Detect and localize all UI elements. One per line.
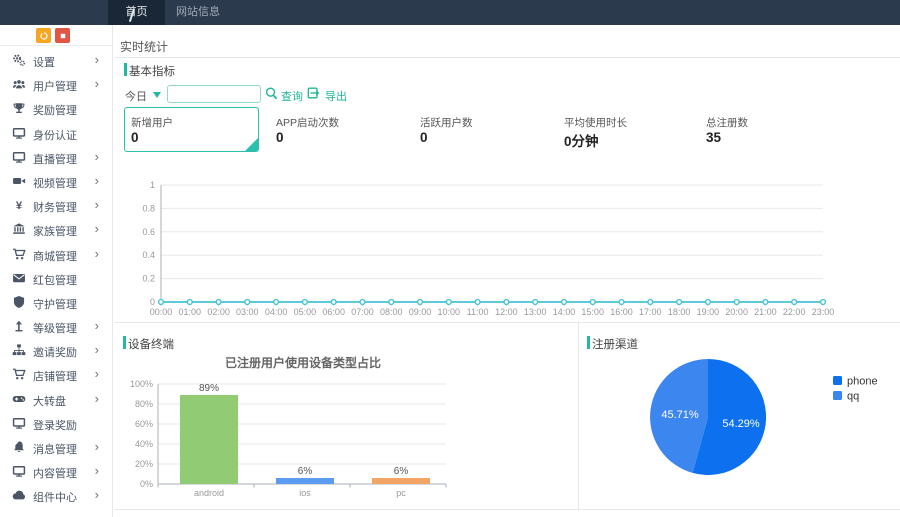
svg-text:ios: ios (299, 488, 311, 498)
svg-text:12:00: 12:00 (495, 307, 518, 317)
svg-text:0.4: 0.4 (142, 250, 155, 260)
svg-text:05:00: 05:00 (294, 307, 317, 317)
svg-text:07:00: 07:00 (351, 307, 374, 317)
svg-text:20%: 20% (135, 459, 153, 469)
svg-text:40%: 40% (135, 439, 153, 449)
svg-text:02:00: 02:00 (207, 307, 230, 317)
svg-text:18:00: 18:00 (668, 307, 691, 317)
svg-text:22:00: 22:00 (783, 307, 806, 317)
svg-text:6%: 6% (394, 466, 409, 477)
svg-text:0.6: 0.6 (142, 227, 155, 237)
svg-text:13:00: 13:00 (524, 307, 547, 317)
svg-text:pc: pc (396, 488, 406, 498)
svg-text:14:00: 14:00 (553, 307, 576, 317)
svg-text:15:00: 15:00 (581, 307, 604, 317)
svg-text:01:00: 01:00 (179, 307, 202, 317)
svg-text:03:00: 03:00 (236, 307, 259, 317)
svg-text:04:00: 04:00 (265, 307, 288, 317)
svg-text:89%: 89% (199, 383, 219, 394)
svg-text:60%: 60% (135, 419, 153, 429)
svg-text:21:00: 21:00 (754, 307, 777, 317)
svg-text:0: 0 (150, 297, 155, 307)
svg-text:54.29%: 54.29% (722, 418, 760, 430)
svg-text:phone: phone (847, 376, 878, 388)
svg-text:17:00: 17:00 (639, 307, 662, 317)
svg-text:08:00: 08:00 (380, 307, 403, 317)
svg-text:0.2: 0.2 (142, 274, 155, 284)
svg-text:100%: 100% (130, 379, 153, 389)
svg-text:09:00: 09:00 (409, 307, 432, 317)
svg-text:android: android (194, 488, 224, 498)
svg-text:6%: 6% (298, 466, 313, 477)
svg-text:19:00: 19:00 (697, 307, 720, 317)
svg-text:1: 1 (150, 180, 155, 190)
svg-text:qq: qq (847, 391, 859, 403)
svg-text:20:00: 20:00 (725, 307, 748, 317)
svg-text:10:00: 10:00 (438, 307, 461, 317)
svg-text:0%: 0% (140, 479, 153, 489)
svg-text:16:00: 16:00 (610, 307, 633, 317)
svg-text:45.71%: 45.71% (661, 409, 699, 421)
svg-text:0.8: 0.8 (142, 203, 155, 213)
svg-text:00:00: 00:00 (150, 307, 173, 317)
svg-text:¥: ¥ (16, 200, 23, 212)
svg-text:23:00: 23:00 (812, 307, 835, 317)
svg-text:11:00: 11:00 (467, 307, 489, 317)
svg-text:06:00: 06:00 (322, 307, 345, 317)
svg-text:80%: 80% (135, 399, 153, 409)
